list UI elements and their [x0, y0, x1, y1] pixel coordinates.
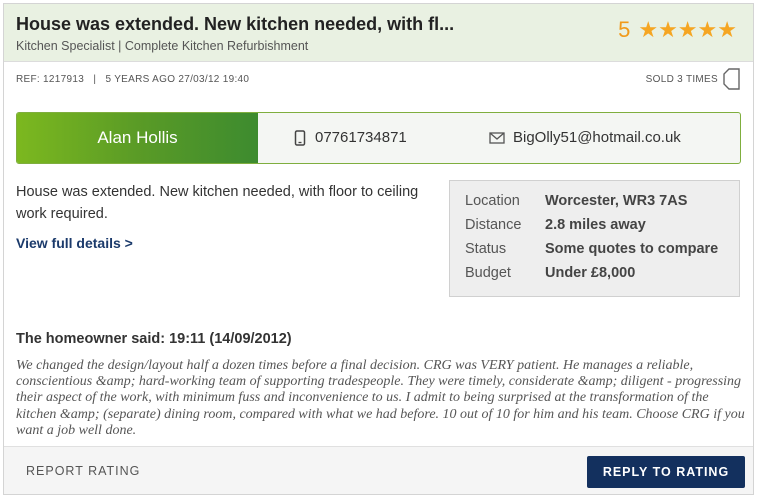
job-info-box: Location Worcester, WR3 7AS Distance 2.8…: [449, 180, 740, 297]
job-description: House was extended. New kitchen needed, …: [16, 184, 419, 222]
info-row-location: Location Worcester, WR3 7AS: [465, 193, 739, 217]
email-link[interactable]: BigOlly51@hotmail.co.uk: [489, 129, 681, 146]
rating-stars: ★ ★ ★ ★ ★: [638, 19, 737, 41]
contact-bar: Alan Hollis 07761734871 BigOlly51@hotmai…: [16, 112, 741, 164]
phone-number: 07761734871: [315, 129, 407, 146]
tag-icon: [723, 68, 740, 90]
email-address: BigOlly51@hotmail.co.uk: [513, 129, 681, 146]
info-row-status: Status Some quotes to compare: [465, 241, 739, 265]
info-label: Status: [465, 241, 507, 257]
view-full-details-link[interactable]: View full details >: [16, 235, 133, 251]
card-header: House was extended. New kitchen needed, …: [4, 4, 753, 62]
info-label: Location: [465, 193, 520, 209]
contact-name: Alan Hollis: [17, 113, 258, 163]
job-title[interactable]: House was extended. New kitchen needed, …: [16, 14, 454, 35]
rating: 5 ★ ★ ★ ★ ★: [618, 17, 737, 43]
info-row-distance: Distance 2.8 miles away: [465, 217, 739, 241]
info-label: Distance: [465, 217, 522, 233]
star-icon: ★: [677, 17, 698, 42]
phone-link[interactable]: 07761734871: [293, 129, 407, 146]
info-label: Budget: [465, 265, 511, 281]
review-text: We changed the design/layout half a doze…: [16, 358, 745, 438]
star-icon: ★: [658, 17, 678, 42]
info-value: Some quotes to compare: [545, 241, 719, 257]
job-subtitle: Kitchen Specialist | Complete Kitchen Re…: [16, 39, 309, 53]
info-row-budget: Budget Under £8,000: [465, 265, 739, 289]
contact-details: 07761734871 BigOlly51@hotmail.co.uk: [258, 113, 740, 163]
info-value: Under £8,000: [545, 265, 636, 281]
info-value: Worcester, WR3 7AS: [545, 193, 688, 209]
envelope-icon: [489, 131, 505, 144]
star-icon: ★: [697, 17, 718, 42]
star-icon: ★: [717, 17, 737, 42]
review-heading: The homeowner said: 19:11 (14/09/2012): [16, 331, 292, 347]
sold-count: SOLD 3 TIMES: [646, 67, 741, 91]
card-footer: REPORT RATING REPLY TO RATING: [4, 446, 753, 494]
phone-icon: [294, 129, 306, 146]
job-card: House was extended. New kitchen needed, …: [3, 3, 754, 495]
sold-label: SOLD 3 TIMES: [645, 73, 718, 85]
job-meta: REF: 1217913 | 5 YEARS AGO 27/03/12 19:4…: [16, 74, 250, 85]
star-icon: ★: [638, 17, 659, 42]
report-rating-link[interactable]: REPORT RATING: [26, 464, 140, 478]
info-value: 2.8 miles away: [545, 217, 646, 233]
rating-value: 5: [618, 17, 631, 42]
reply-to-rating-button[interactable]: REPLY TO RATING: [587, 456, 745, 488]
